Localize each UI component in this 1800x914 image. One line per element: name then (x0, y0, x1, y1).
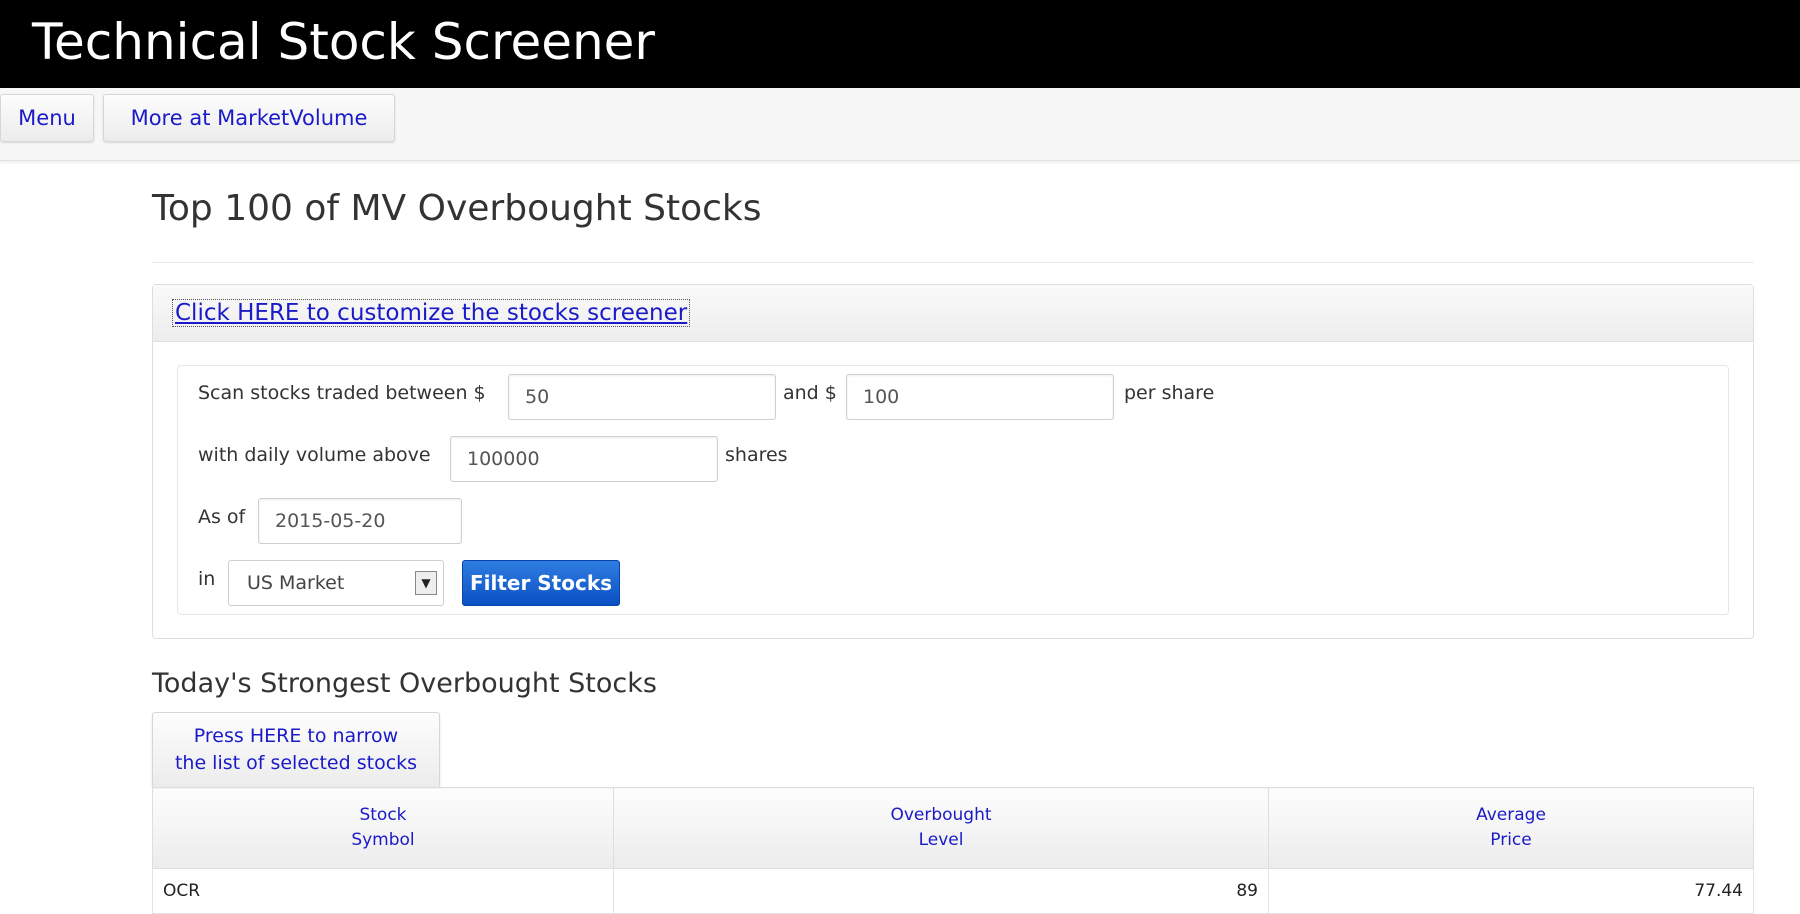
market-select[interactable]: US Market ▼ (228, 560, 444, 606)
page-title: Top 100 of MV Overbought Stocks (152, 188, 762, 229)
main-content: Top 100 of MV Overbought Stocks Click HE… (152, 160, 1754, 914)
chevron-down-icon[interactable]: ▼ (415, 571, 437, 595)
table-header-row: Stock Symbol Overbought Level Average Pr… (152, 787, 1754, 869)
header-stock-symbol[interactable]: Stock Symbol (152, 787, 614, 869)
price-range-label: Scan stocks traded between $ (198, 382, 486, 404)
volume-label: with daily volume above (198, 444, 431, 466)
menu-button[interactable]: Menu (0, 94, 94, 142)
more-marketvolume-button[interactable]: More at MarketVolume (103, 94, 395, 142)
in-label: in (198, 568, 216, 590)
filter-stocks-button[interactable]: Filter Stocks (462, 560, 620, 606)
cell-symbol: OCR (152, 868, 614, 914)
market-select-value: US Market (247, 572, 345, 594)
filter-form: Scan stocks traded between $ 50 and $ 10… (177, 365, 1729, 615)
shares-label: shares (725, 444, 788, 466)
volume-input[interactable]: 100000 (450, 436, 718, 482)
header-average-price-line1: Average (1476, 805, 1546, 825)
header-overbought-level-line2: Level (918, 830, 964, 850)
screener-panel: Click HERE to customize the stocks scree… (152, 284, 1754, 639)
min-price-input[interactable]: 50 (508, 374, 776, 420)
customize-screener-link[interactable]: Click HERE to customize the stocks scree… (171, 299, 691, 327)
cell-average-price: 77.44 (1268, 868, 1754, 914)
header-stock-symbol-line2: Symbol (351, 830, 415, 850)
per-share-label: per share (1124, 382, 1215, 404)
header-average-price[interactable]: Average Price (1268, 787, 1754, 869)
header-average-price-line2: Price (1490, 830, 1532, 850)
header-overbought-level-line1: Overbought (890, 805, 992, 825)
title-divider (152, 262, 1754, 263)
as-of-label: As of (198, 506, 246, 528)
nav-bar: Menu More at MarketVolume (0, 88, 1800, 161)
date-input[interactable]: 2015-05-20 (258, 498, 462, 544)
table-row[interactable]: OCR 89 77.44 (152, 868, 1754, 914)
header-overbought-level[interactable]: Overbought Level (613, 787, 1269, 869)
and-label: and $ (783, 382, 837, 404)
panel-header: Click HERE to customize the stocks scree… (153, 285, 1753, 342)
header-stock-symbol-line1: Stock (359, 805, 407, 825)
cell-overbought-level: 89 (613, 868, 1269, 914)
max-price-input[interactable]: 100 (846, 374, 1114, 420)
app-title-bar: Technical Stock Screener (0, 0, 1800, 88)
narrow-list-line1: Press HERE to narrow (193, 725, 399, 747)
narrow-list-button[interactable]: Press HERE to narrow the list of selecte… (152, 712, 440, 788)
narrow-list-line2: the list of selected stocks (174, 752, 418, 774)
section-title: Today's Strongest Overbought Stocks (152, 668, 657, 699)
stocks-table: Stock Symbol Overbought Level Average Pr… (152, 787, 1754, 914)
app-title: Technical Stock Screener (32, 13, 655, 71)
